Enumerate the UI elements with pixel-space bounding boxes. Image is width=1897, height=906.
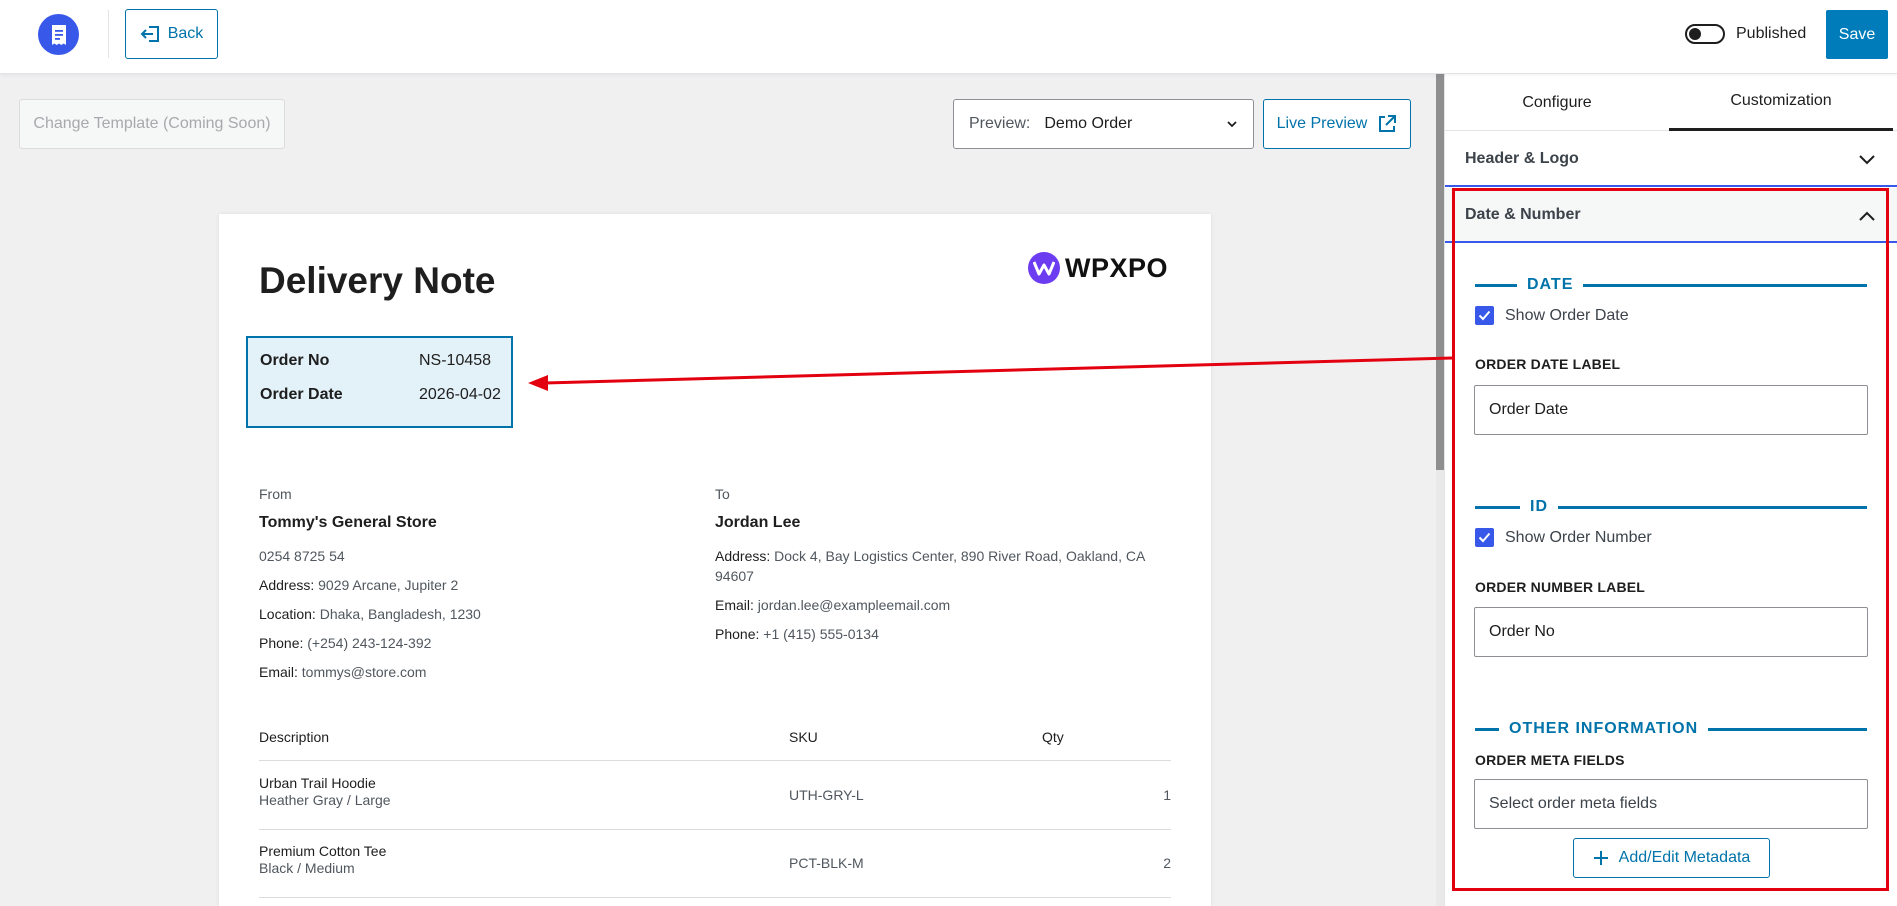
chevron-up-icon bbox=[1859, 211, 1875, 221]
show-order-number-checkbox[interactable]: Show Order Number bbox=[1475, 528, 1652, 547]
order-meta-box: Order No NS-10458 Order Date 2026-04-02 bbox=[246, 336, 513, 428]
save-button[interactable]: Save bbox=[1826, 10, 1888, 59]
from-email: Email: tommys@store.com bbox=[259, 664, 427, 680]
tab-configure[interactable]: Configure bbox=[1445, 74, 1669, 131]
order-date-label: Order Date bbox=[260, 386, 343, 403]
section-title-other: OTHER INFORMATION bbox=[1475, 719, 1867, 739]
wpxpo-logo-icon bbox=[1028, 252, 1060, 284]
from-phone-raw: 0254 8725 54 bbox=[259, 548, 345, 564]
accordion-date-number-label: Date & Number bbox=[1465, 205, 1581, 223]
order-number-label-input[interactable]: Order No bbox=[1474, 607, 1868, 657]
order-number-label-field-label: ORDER NUMBER LABEL bbox=[1475, 579, 1646, 595]
item-sku: PCT-BLK-M bbox=[789, 855, 864, 871]
to-email: Email: jordan.lee@exampleemail.com bbox=[715, 597, 951, 613]
show-order-date-checkbox[interactable]: Show Order Date bbox=[1475, 306, 1629, 325]
preview-scrollbar-thumb[interactable] bbox=[1436, 74, 1444, 470]
column-description: Description bbox=[259, 729, 330, 745]
section-title-date: DATE bbox=[1475, 275, 1867, 295]
tab-customization[interactable]: Customization bbox=[1669, 74, 1893, 131]
change-template-button: Change Template (Coming Soon) bbox=[19, 99, 285, 149]
order-date-value: 2026-04-02 bbox=[419, 386, 501, 403]
show-order-number-label: Show Order Number bbox=[1505, 528, 1652, 546]
order-date-label-field-label: ORDER DATE LABEL bbox=[1475, 356, 1621, 372]
order-date-label-input[interactable]: Order Date bbox=[1474, 385, 1868, 435]
top-bar: Back Published Save bbox=[0, 0, 1897, 74]
chevron-down-icon bbox=[1859, 155, 1875, 165]
order-meta-fields-label: ORDER META FIELDS bbox=[1475, 752, 1625, 768]
chevron-down-icon bbox=[1227, 121, 1237, 128]
from-location: Location: Dhaka, Bangladesh, 1230 bbox=[259, 606, 481, 622]
item-name: Urban Trail Hoodie bbox=[259, 775, 376, 791]
order-no-value: NS-10458 bbox=[419, 352, 492, 369]
item-variant: Heather Gray / Large bbox=[259, 792, 391, 808]
item-qty: 1 bbox=[1163, 787, 1171, 803]
item-qty: 2 bbox=[1163, 855, 1171, 871]
receipt-icon[interactable] bbox=[38, 14, 79, 55]
preview-label: Preview: bbox=[969, 115, 1031, 132]
live-preview-button[interactable]: Live Preview bbox=[1263, 99, 1411, 149]
order-no-label: Order No bbox=[260, 352, 330, 369]
sidebar-tabs: Configure Customization bbox=[1445, 74, 1897, 131]
from-name: Tommy's General Store bbox=[259, 514, 437, 531]
items-table-header: Description SKU Qty bbox=[259, 722, 1171, 761]
column-sku: SKU bbox=[789, 729, 818, 745]
external-link-icon bbox=[1379, 115, 1397, 132]
delivery-note-document: Delivery Note WPXPO Order No NS-10458 Or… bbox=[219, 214, 1211, 906]
to-label: To bbox=[715, 486, 730, 502]
add-edit-metadata-label: Add/Edit Metadata bbox=[1618, 849, 1751, 866]
live-preview-label: Live Preview bbox=[1276, 115, 1368, 132]
back-arrow-icon bbox=[140, 26, 159, 42]
divider bbox=[108, 10, 109, 58]
order-meta-fields-select[interactable]: Select order meta fields bbox=[1474, 779, 1868, 829]
wpxpo-logo: WPXPO bbox=[1028, 252, 1168, 284]
published-toggle[interactable] bbox=[1685, 24, 1725, 44]
to-address: Address: Dock 4, Bay Logistics Center, 8… bbox=[715, 548, 1145, 584]
plus-icon bbox=[1593, 851, 1608, 865]
section-title-id: ID bbox=[1475, 497, 1867, 517]
other-title: OTHER INFORMATION bbox=[1509, 720, 1699, 737]
add-edit-metadata-button[interactable]: Add/Edit Metadata bbox=[1573, 838, 1770, 878]
date-title: DATE bbox=[1527, 276, 1574, 293]
back-button[interactable]: Back bbox=[125, 9, 218, 59]
from-address: Address: 9029 Arcane, Jupiter 2 bbox=[259, 577, 459, 593]
item-description: Premium Cotton Tee Black / Medium bbox=[259, 843, 386, 877]
to-name: Jordan Lee bbox=[715, 514, 801, 531]
to-block: To Jordan Lee Address: Dock 4, Bay Logis… bbox=[715, 486, 1145, 653]
accordion-header-logo[interactable]: Header & Logo bbox=[1445, 132, 1897, 187]
column-qty: Qty bbox=[1042, 729, 1064, 745]
settings-sidebar: Configure Customization Header & Logo Da… bbox=[1444, 74, 1897, 906]
from-block: From Tommy's General Store 0254 8725 54 … bbox=[259, 486, 699, 691]
from-label: From bbox=[259, 486, 292, 502]
accordion-date-number[interactable]: Date & Number bbox=[1445, 188, 1897, 243]
preview-value: Demo Order bbox=[1044, 115, 1133, 132]
from-phone: Phone: (+254) 243-124-392 bbox=[259, 635, 432, 651]
item-variant: Black / Medium bbox=[259, 860, 355, 876]
order-no-row: Order No NS-10458 bbox=[260, 352, 491, 370]
document-title: Delivery Note bbox=[259, 260, 496, 301]
preview-select[interactable]: Preview: Demo Order bbox=[953, 99, 1254, 149]
accordion-header-logo-label: Header & Logo bbox=[1465, 149, 1579, 167]
order-date-row: Order Date 2026-04-02 bbox=[260, 386, 501, 404]
item-name: Premium Cotton Tee bbox=[259, 843, 387, 859]
table-row: Urban Trail Hoodie Heather Gray / Large … bbox=[259, 762, 1171, 830]
item-description: Urban Trail Hoodie Heather Gray / Large bbox=[259, 775, 391, 809]
to-phone: Phone: +1 (415) 555-0134 bbox=[715, 626, 879, 642]
id-title: ID bbox=[1530, 498, 1548, 515]
show-order-date-label: Show Order Date bbox=[1505, 306, 1629, 324]
check-icon[interactable] bbox=[1475, 306, 1494, 325]
check-icon[interactable] bbox=[1475, 528, 1494, 547]
table-row: Premium Cotton Tee Black / Medium PCT-BL… bbox=[259, 830, 1171, 898]
item-sku: UTH-GRY-L bbox=[789, 787, 864, 803]
published-label: Published bbox=[1736, 25, 1807, 42]
back-label: Back bbox=[167, 25, 204, 42]
wpxpo-logo-text: WPXPO bbox=[1065, 252, 1169, 283]
